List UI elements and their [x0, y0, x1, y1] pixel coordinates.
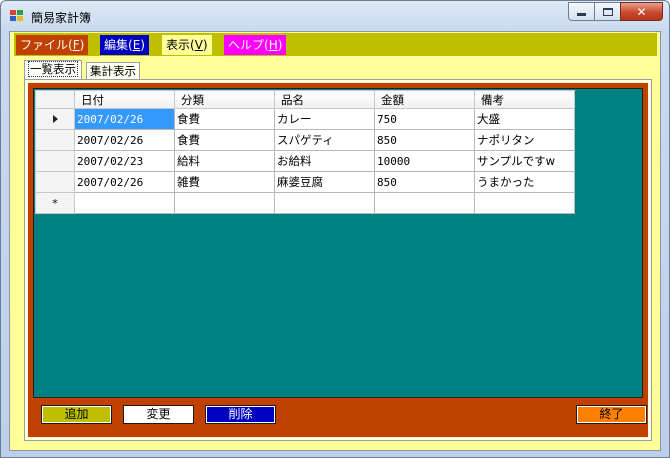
- column-header-note[interactable]: 備考: [474, 90, 575, 109]
- menu-help-suffix: ): [277, 38, 283, 52]
- column-header-item[interactable]: 品名: [274, 90, 375, 109]
- menu-view-key: V: [194, 38, 203, 52]
- edit-button[interactable]: 変更: [123, 405, 194, 424]
- grid-cell-note[interactable]: 大盛: [474, 108, 575, 130]
- new-cell-note[interactable]: [474, 192, 575, 214]
- table-row[interactable]: 2007/02/23 給料 お給料 10000 サンプルですw: [35, 150, 575, 172]
- grid-cell-date[interactable]: 2007/02/23: [74, 150, 175, 172]
- maximize-button[interactable]: [594, 2, 620, 21]
- minimize-button[interactable]: [568, 2, 594, 21]
- app-window: 簡易家計簿 ✕ ファイル(F) 編集(E) 表示(V) ヘルプ(H) 一覧表示 …: [0, 0, 670, 458]
- row-header[interactable]: [35, 150, 75, 172]
- menu-file-key: F: [72, 38, 80, 52]
- menu-file-label: ファイル(: [20, 38, 73, 52]
- row-header[interactable]: [35, 171, 75, 193]
- grid-cell-item[interactable]: 麻婆豆腐: [274, 171, 375, 193]
- grid-cell-item[interactable]: カレー: [274, 108, 375, 130]
- grid-cell-amount[interactable]: 850: [374, 129, 475, 151]
- grid-cell-category[interactable]: 雑費: [174, 171, 275, 193]
- menu-help-key: H: [268, 38, 278, 52]
- table-row[interactable]: 2007/02/26 雑費 麻婆豆腐 850 うまかった: [35, 171, 575, 193]
- grid-cell-note[interactable]: ナポリタン: [474, 129, 575, 151]
- exit-button[interactable]: 終了: [576, 405, 647, 424]
- menu-view[interactable]: 表示(V): [162, 35, 212, 55]
- grid-corner-cell[interactable]: [35, 90, 75, 109]
- menu-edit[interactable]: 編集(E): [100, 35, 149, 55]
- new-cell-item[interactable]: [274, 192, 375, 214]
- grid-cell-item[interactable]: お給料: [274, 150, 375, 172]
- grid-cell-date[interactable]: 2007/02/26: [74, 171, 175, 193]
- table-row[interactable]: 2007/02/26 食費 スパゲティ 850 ナポリタン: [35, 129, 575, 151]
- app-icon[interactable]: [10, 10, 24, 22]
- caption-buttons: ✕: [568, 2, 663, 21]
- grid-cell-date[interactable]: 2007/02/26: [74, 129, 175, 151]
- menu-file-suffix: ): [79, 38, 85, 52]
- title-bar[interactable]: 簡易家計簿 ✕: [1, 1, 669, 31]
- content-panel: 日付 分類 品名 金額 備考 2007/02/26 食費 カレー 750 大盛 …: [28, 83, 648, 437]
- grid-cell-amount[interactable]: 750: [374, 108, 475, 130]
- menu-help-label: ヘルプ(: [228, 38, 269, 52]
- grid-table: 日付 分類 品名 金額 備考 2007/02/26 食費 カレー 750 大盛 …: [35, 90, 575, 214]
- tab-list-label: 一覧表示: [28, 61, 78, 77]
- table-row[interactable]: 2007/02/26 食費 カレー 750 大盛: [35, 108, 575, 130]
- grid-cell-category[interactable]: 給料: [174, 150, 275, 172]
- grid-header-row: 日付 分類 品名 金額 備考: [35, 90, 575, 109]
- new-cell-amount[interactable]: [374, 192, 475, 214]
- grid-cell-amount[interactable]: 10000: [374, 150, 475, 172]
- column-header-date[interactable]: 日付: [74, 90, 175, 109]
- menu-help[interactable]: ヘルプ(H): [224, 35, 287, 55]
- tab-summary[interactable]: 集計表示: [86, 62, 140, 79]
- menu-view-suffix: ): [202, 38, 208, 52]
- client-area: ファイル(F) 編集(E) 表示(V) ヘルプ(H) 一覧表示 集計表示 日付 …: [9, 31, 661, 451]
- maximize-icon: [602, 7, 613, 16]
- grid-cell-category[interactable]: 食費: [174, 108, 275, 130]
- new-cell-date[interactable]: [74, 192, 175, 214]
- grid-cell-date[interactable]: 2007/02/26: [74, 108, 175, 130]
- menu-edit-suffix: ): [140, 38, 145, 52]
- add-button[interactable]: 追加: [41, 405, 112, 424]
- grid-cell-category[interactable]: 食費: [174, 129, 275, 151]
- menu-view-label: 表示(: [166, 38, 195, 52]
- grid-cell-amount[interactable]: 850: [374, 171, 475, 193]
- minimize-icon: [577, 13, 586, 16]
- new-cell-category[interactable]: [174, 192, 275, 214]
- close-icon: ✕: [636, 4, 647, 19]
- close-button[interactable]: ✕: [620, 2, 663, 21]
- grid-cell-item[interactable]: スパゲティ: [274, 129, 375, 151]
- current-row-arrow-icon: [52, 115, 58, 123]
- column-header-amount[interactable]: 金額: [374, 90, 475, 109]
- menu-bar: ファイル(F) 編集(E) 表示(V) ヘルプ(H): [14, 33, 657, 56]
- tab-summary-label: 集計表示: [90, 64, 136, 78]
- menu-edit-label: 編集(: [104, 38, 133, 52]
- window-title: 簡易家計簿: [31, 11, 92, 25]
- delete-button[interactable]: 削除: [205, 405, 276, 424]
- row-header[interactable]: [35, 129, 75, 151]
- tab-list[interactable]: 一覧表示: [24, 60, 82, 79]
- grid-cell-note[interactable]: サンプルですw: [474, 150, 575, 172]
- data-grid[interactable]: 日付 分類 品名 金額 備考 2007/02/26 食費 カレー 750 大盛 …: [33, 88, 643, 398]
- row-header[interactable]: [35, 108, 75, 130]
- new-row-marker: *: [52, 197, 58, 210]
- tab-panel: 日付 分類 品名 金額 備考 2007/02/26 食費 カレー 750 大盛 …: [24, 79, 652, 441]
- new-row-header[interactable]: *: [35, 192, 75, 214]
- new-row[interactable]: *: [35, 192, 575, 214]
- grid-cell-note[interactable]: うまかった: [474, 171, 575, 193]
- menu-file[interactable]: ファイル(F): [16, 35, 89, 55]
- column-header-category[interactable]: 分類: [174, 90, 275, 109]
